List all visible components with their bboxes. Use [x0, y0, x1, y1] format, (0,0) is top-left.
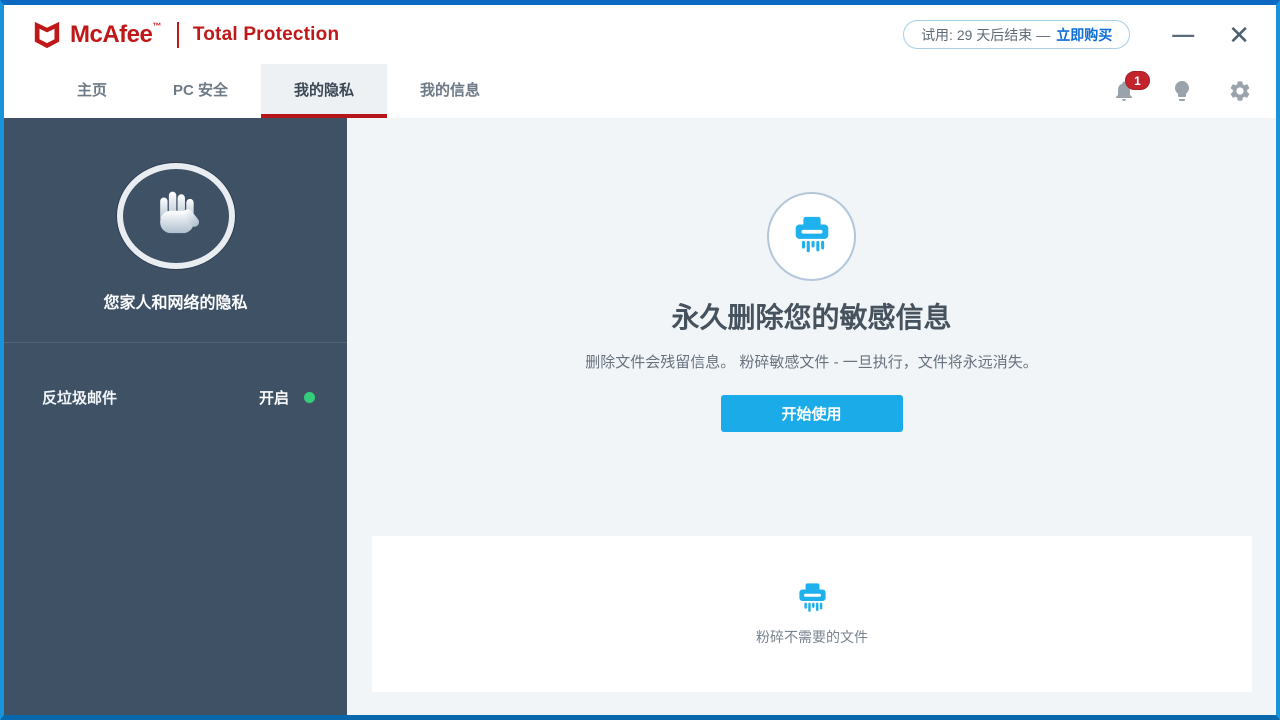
- stop-hand-icon: [159, 191, 199, 234]
- main-nav: 主页 PC 安全 我的隐私 我的信息 1: [4, 64, 1276, 118]
- main-panel: 永久删除您的敏感信息 删除文件会残留信息。 粉碎敏感文件 - 一旦执行，文件将永…: [347, 118, 1276, 715]
- shred-card-label: 粉碎不需要的文件: [756, 629, 868, 645]
- product-name: Total Protection: [192, 23, 340, 45]
- privacy-emblem: [116, 163, 235, 269]
- buy-now-link[interactable]: 立即购买: [1056, 25, 1112, 45]
- brand-logo: McAfee™ Total Protection: [32, 20, 339, 50]
- tab-my-privacy[interactable]: 我的隐私: [261, 64, 388, 118]
- trademark: ™: [152, 20, 161, 31]
- sidebar: 您家人和网络的隐私 反垃圾邮件 开启: [4, 118, 347, 715]
- shredder-hero: 永久删除您的敏感信息 删除文件会残留信息。 粉碎敏感文件 - 一旦执行，文件将永…: [347, 118, 1276, 432]
- antispam-label: 反垃圾邮件: [42, 390, 118, 407]
- sidebar-title: 您家人和网络的隐私: [103, 295, 248, 312]
- notifications-button[interactable]: 1: [1112, 71, 1150, 103]
- brand-name: McAfee™: [70, 20, 161, 48]
- app-window: McAfee™ Total Protection 试用: 29 天后结束 — 立…: [0, 0, 1280, 720]
- sidebar-item-antispam[interactable]: 反垃圾邮件 开启: [4, 387, 347, 408]
- status-text: 开启: [258, 390, 289, 407]
- close-button[interactable]: ✕: [1228, 22, 1250, 48]
- tab-pc-security[interactable]: PC 安全: [140, 64, 261, 118]
- trial-status-pill[interactable]: 试用: 29 天后结束 — 立即购买: [903, 20, 1131, 49]
- gear-icon: [1230, 81, 1250, 101]
- content-area: 您家人和网络的隐私 反垃圾邮件 开启 永久删除您的敏感信息 删除文件会残留信息。…: [4, 118, 1276, 715]
- settings-button[interactable]: [1228, 79, 1252, 103]
- tips-button[interactable]: [1170, 79, 1194, 103]
- shredder-icon: [795, 216, 828, 252]
- nav-icons: 1: [1078, 64, 1252, 118]
- shred-files-card[interactable]: 粉碎不需要的文件: [372, 536, 1252, 692]
- sidebar-privacy-section: 您家人和网络的隐私: [4, 118, 347, 343]
- trial-text: 试用: 29 天后结束 —: [921, 26, 1051, 43]
- lightbulb-icon: [1175, 81, 1189, 101]
- brand-separator: [176, 21, 179, 48]
- page-description: 删除文件会残留信息。 粉碎敏感文件 - 一旦执行，文件将永远消失。: [585, 354, 1038, 371]
- shredder-small-icon: [798, 583, 826, 612]
- page-title: 永久删除您的敏感信息: [671, 302, 952, 333]
- notification-badge: 1: [1125, 71, 1150, 90]
- title-bar: McAfee™ Total Protection 试用: 29 天后结束 — 立…: [4, 5, 1276, 64]
- antispam-status: 开启: [259, 387, 315, 408]
- tab-my-info[interactable]: 我的信息: [387, 64, 513, 118]
- tab-home[interactable]: 主页: [44, 64, 140, 118]
- shredder-emblem: [767, 192, 856, 281]
- header-right: 试用: 29 天后结束 — 立即购买 — ✕: [903, 20, 1250, 49]
- minimize-button[interactable]: —: [1172, 23, 1194, 46]
- mcafee-shield-icon: [34, 21, 60, 48]
- get-started-button[interactable]: 开始使用: [720, 395, 903, 432]
- status-on-dot: [304, 392, 315, 403]
